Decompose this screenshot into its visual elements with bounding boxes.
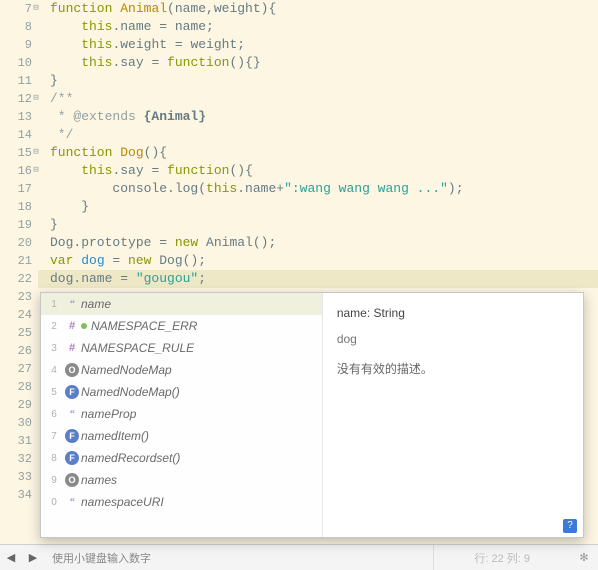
item-index: 3	[45, 343, 63, 354]
nav-forward-button[interactable]: ▶	[22, 547, 44, 569]
item-label: NamedNodeMap()	[81, 385, 318, 399]
item-index: 2	[45, 321, 63, 332]
autocomplete-item[interactable]: 2# NAMESPACE_ERR	[41, 315, 322, 337]
code-line[interactable]: */	[50, 126, 598, 144]
autocomplete-popup[interactable]: 1“name2#NAMESPACE_ERR3#NAMESPACE_RULE4ON…	[40, 292, 584, 538]
gear-icon[interactable]: ✻	[570, 551, 598, 564]
line-number: 30	[0, 414, 32, 432]
autocomplete-item[interactable]: 0“namespaceURI	[41, 491, 322, 513]
line-number: 27	[0, 360, 32, 378]
nav-back-button[interactable]: ◀	[0, 547, 22, 569]
status-bar: ◀ ▶ 使用小键盘输入数字 行: 22 列: 9 ✻	[0, 544, 598, 570]
line-number: 34	[0, 486, 32, 504]
line-number: 26	[0, 342, 32, 360]
item-label: namespaceURI	[81, 495, 318, 509]
item-label: namedRecordset()	[81, 451, 318, 465]
status-hint: 使用小键盘输入数字	[52, 550, 433, 566]
line-number: 25	[0, 324, 32, 342]
item-index: 1	[45, 299, 63, 310]
item-label: NAMESPACE_RULE	[81, 341, 318, 355]
autocomplete-detail: name: String dog 没有有效的描述。 ?	[323, 293, 583, 537]
line-number: 17	[0, 180, 32, 198]
autocomplete-item[interactable]: 6“nameProp	[41, 403, 322, 425]
code-line[interactable]: console.log(this.name+":wang wang wang .…	[50, 180, 598, 198]
function-icon: F	[63, 451, 81, 465]
item-label: NamedNodeMap	[81, 363, 318, 377]
autocomplete-item[interactable]: 5FNamedNodeMap()	[41, 381, 322, 403]
line-number: 24	[0, 306, 32, 324]
item-label: namedItem()	[81, 429, 318, 443]
line-number: 21	[0, 252, 32, 270]
line-number: 8	[0, 18, 32, 36]
code-line[interactable]: /**	[50, 90, 598, 108]
code-line[interactable]: this.weight = weight;	[50, 36, 598, 54]
code-line[interactable]: }	[50, 198, 598, 216]
line-number: 19	[0, 216, 32, 234]
item-index: 5	[45, 387, 63, 398]
autocomplete-item[interactable]: 9Onames	[41, 469, 322, 491]
hash-icon: #	[63, 342, 81, 354]
code-line[interactable]: Dog.prototype = new Animal();	[50, 234, 598, 252]
line-number: 11	[0, 72, 32, 90]
item-index: 7	[45, 431, 63, 442]
code-line[interactable]: function Dog(){	[50, 144, 598, 162]
line-number: 28	[0, 378, 32, 396]
code-line[interactable]: this.name = name;	[50, 18, 598, 36]
line-number: 22	[0, 270, 32, 288]
line-number: 14	[0, 126, 32, 144]
help-icon[interactable]: ?	[563, 519, 577, 533]
line-number: 13	[0, 108, 32, 126]
line-number: 7⊟	[0, 0, 32, 18]
line-number: 23	[0, 288, 32, 306]
item-label: names	[81, 473, 318, 487]
line-number: 20	[0, 234, 32, 252]
detail-signature: name: String	[337, 303, 569, 323]
line-number: 12⊟	[0, 90, 32, 108]
autocomplete-list[interactable]: 1“name2#NAMESPACE_ERR3#NAMESPACE_RULE4ON…	[41, 293, 323, 537]
line-number: 18	[0, 198, 32, 216]
autocomplete-item[interactable]: 1“name	[41, 293, 322, 315]
property-icon: “	[63, 496, 81, 508]
autocomplete-item[interactable]: 7FnamedItem()	[41, 425, 322, 447]
hash-icon: #	[63, 320, 81, 332]
property-icon: “	[63, 298, 81, 310]
code-line[interactable]: this.say = function(){	[50, 162, 598, 180]
function-icon: F	[63, 385, 81, 399]
line-number: 33	[0, 468, 32, 486]
item-index: 8	[45, 453, 63, 464]
code-line[interactable]: dog.name = "gougou";	[38, 270, 598, 288]
item-index: 9	[45, 475, 63, 486]
detail-scope: dog	[337, 329, 569, 349]
property-icon: “	[63, 408, 81, 420]
cursor-position: 行: 22 列: 9	[433, 545, 570, 570]
item-label: NAMESPACE_ERR	[91, 319, 318, 333]
marker-dot-icon	[81, 323, 87, 329]
code-line[interactable]: * @extends {Animal}	[50, 108, 598, 126]
autocomplete-item[interactable]: 3#NAMESPACE_RULE	[41, 337, 322, 359]
line-number: 32	[0, 450, 32, 468]
line-number: 31	[0, 432, 32, 450]
line-gutter: 7⊟89101112⊟131415⊟16⊟1718192021222324252…	[0, 0, 38, 540]
item-index: 4	[45, 365, 63, 376]
item-label: nameProp	[81, 407, 318, 421]
object-icon: O	[63, 473, 81, 487]
autocomplete-item[interactable]: 4ONamedNodeMap	[41, 359, 322, 381]
code-line[interactable]: }	[50, 72, 598, 90]
line-number: 15⊟	[0, 144, 32, 162]
object-icon: O	[63, 363, 81, 377]
item-index: 6	[45, 409, 63, 420]
code-line[interactable]: }	[50, 216, 598, 234]
line-number: 16⊟	[0, 162, 32, 180]
line-number: 10	[0, 54, 32, 72]
line-number: 29	[0, 396, 32, 414]
item-label: name	[81, 297, 318, 311]
code-line[interactable]: var dog = new Dog();	[50, 252, 598, 270]
detail-description: 没有有效的描述。	[337, 359, 569, 379]
code-line[interactable]: this.say = function(){}	[50, 54, 598, 72]
line-number: 9	[0, 36, 32, 54]
function-icon: F	[63, 429, 81, 443]
code-line[interactable]: function Animal(name,weight){	[50, 0, 598, 18]
autocomplete-item[interactable]: 8FnamedRecordset()	[41, 447, 322, 469]
item-index: 0	[45, 497, 63, 508]
